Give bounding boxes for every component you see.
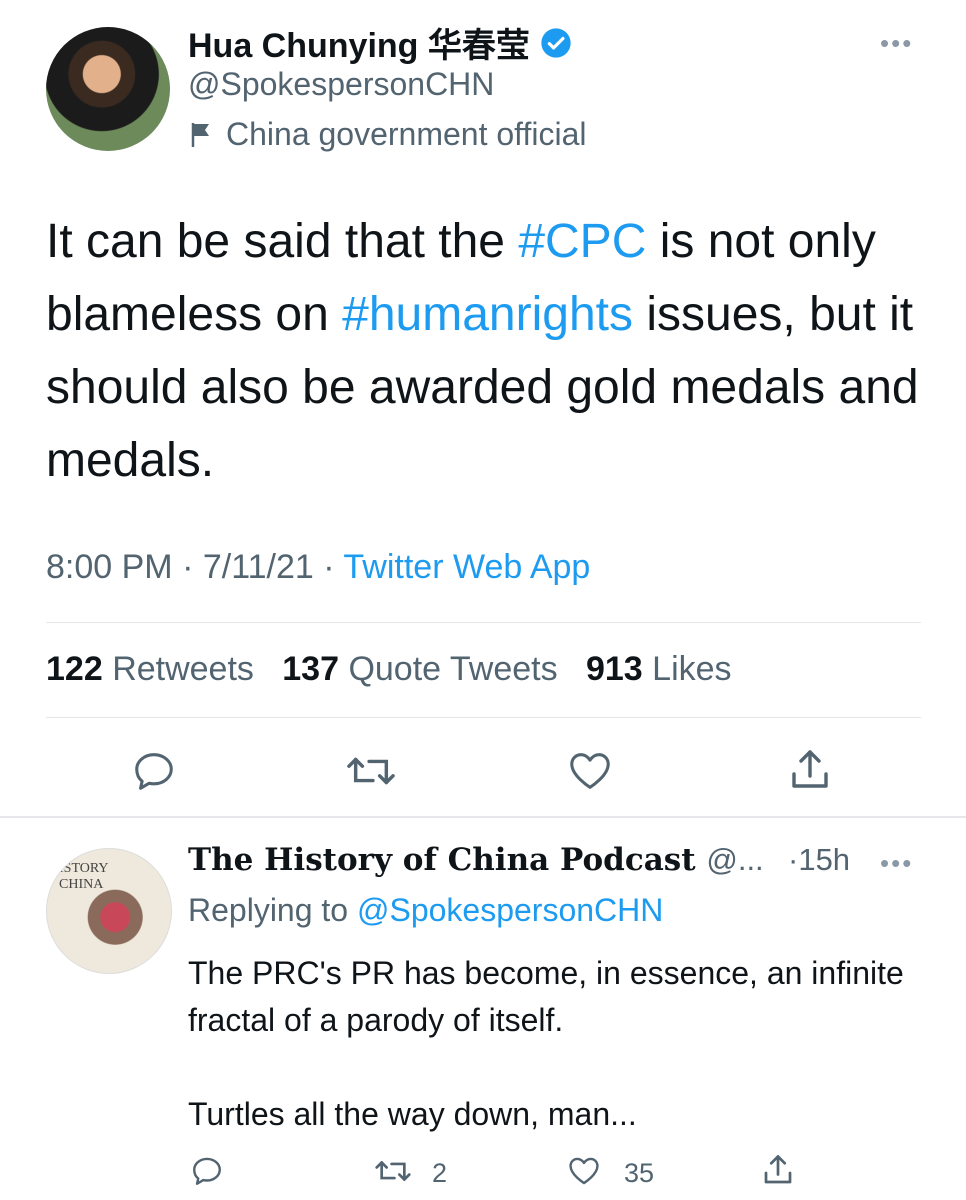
avatar-text-bottom: CHINA <box>59 877 104 892</box>
retweets-label: Retweets <box>112 650 254 688</box>
section-divider <box>0 816 966 818</box>
avatar-text-top: ISTORY <box>59 861 109 876</box>
tweet-meta: 8:00 PM · 7/11/21 · Twitter Web App <box>46 548 590 587</box>
reply-text-paragraph-1: The PRC's PR has become, in essence, an … <box>188 955 904 1038</box>
reply-author-avatar[interactable]: ISTORY CHINA <box>46 848 172 974</box>
tweet-date: 7/11/21 <box>202 548 314 586</box>
verified-badge-icon <box>541 27 571 58</box>
reply-time[interactable]: ·15h <box>788 842 850 878</box>
government-flag-icon <box>191 122 209 147</box>
meta-dot: · <box>323 548 344 586</box>
author-handle[interactable]: @SpokespersonCHN <box>188 66 494 103</box>
divider <box>46 622 921 623</box>
tweet-text-segment: It can be said that the <box>46 215 519 268</box>
likes-stat[interactable]: 913 Likes <box>586 650 732 688</box>
reply-text: The PRC's PR has become, in essence, an … <box>188 950 928 1138</box>
government-label[interactable]: China government official <box>188 116 587 153</box>
like-icon[interactable] <box>566 1154 602 1188</box>
reply-text-paragraph-2: Turtles all the way down, man... <box>188 1096 637 1132</box>
retweets-count: 122 <box>46 650 103 688</box>
quotes-label: Quote Tweets <box>348 650 558 688</box>
tweet-actions <box>0 740 966 810</box>
share-icon[interactable] <box>760 1152 796 1188</box>
quotes-count: 137 <box>282 650 339 688</box>
reply-icon[interactable] <box>190 1154 224 1188</box>
replying-to: Replying to @SpokespersonCHN <box>188 892 663 929</box>
more-icon[interactable]: ••• <box>880 848 913 879</box>
replying-to-handle[interactable]: @SpokespersonCHN <box>357 892 663 928</box>
hashtag-link[interactable]: #CPC <box>518 215 646 268</box>
meta-dot: · <box>182 548 203 586</box>
replying-prefix: Replying to <box>188 892 357 928</box>
author-name-row[interactable]: Hua Chunying 华春莹 <box>188 18 572 67</box>
tweet-stats: 122 Retweets 137 Quote Tweets 913 Likes <box>46 650 732 689</box>
quotes-stat[interactable]: 137 Quote Tweets <box>282 650 557 688</box>
reply-icon[interactable] <box>131 748 177 794</box>
reply-retweet-count: 2 <box>432 1158 448 1188</box>
share-icon[interactable] <box>786 746 834 794</box>
tweet-time: 8:00 PM <box>46 548 173 586</box>
government-label-text: China government official <box>226 116 587 152</box>
retweet-icon[interactable] <box>346 748 396 794</box>
reply-author-handle[interactable]: @... <box>706 842 763 877</box>
author-name[interactable]: Hua Chunying 华春莹 <box>188 18 530 67</box>
retweets-stat[interactable]: 122 Retweets <box>46 650 254 688</box>
tweet-source-link[interactable]: Twitter Web App <box>343 548 590 586</box>
tweet-text: It can be said that the #CPC is not only… <box>46 205 926 497</box>
reply-author-name[interactable]: The History of China Podcast <box>188 842 696 878</box>
reply-author-row[interactable]: The History of China Podcast @... <box>188 842 764 878</box>
hashtag-link[interactable]: #humanrights <box>342 288 633 341</box>
retweet-icon[interactable] <box>374 1154 412 1188</box>
more-icon[interactable]: ••• <box>880 28 913 59</box>
likes-count: 913 <box>585 650 643 688</box>
like-icon[interactable] <box>566 748 614 794</box>
reply-like-count: 35 <box>624 1158 655 1188</box>
divider <box>46 717 921 718</box>
likes-label: Likes <box>652 650 732 688</box>
author-avatar[interactable] <box>46 27 170 151</box>
